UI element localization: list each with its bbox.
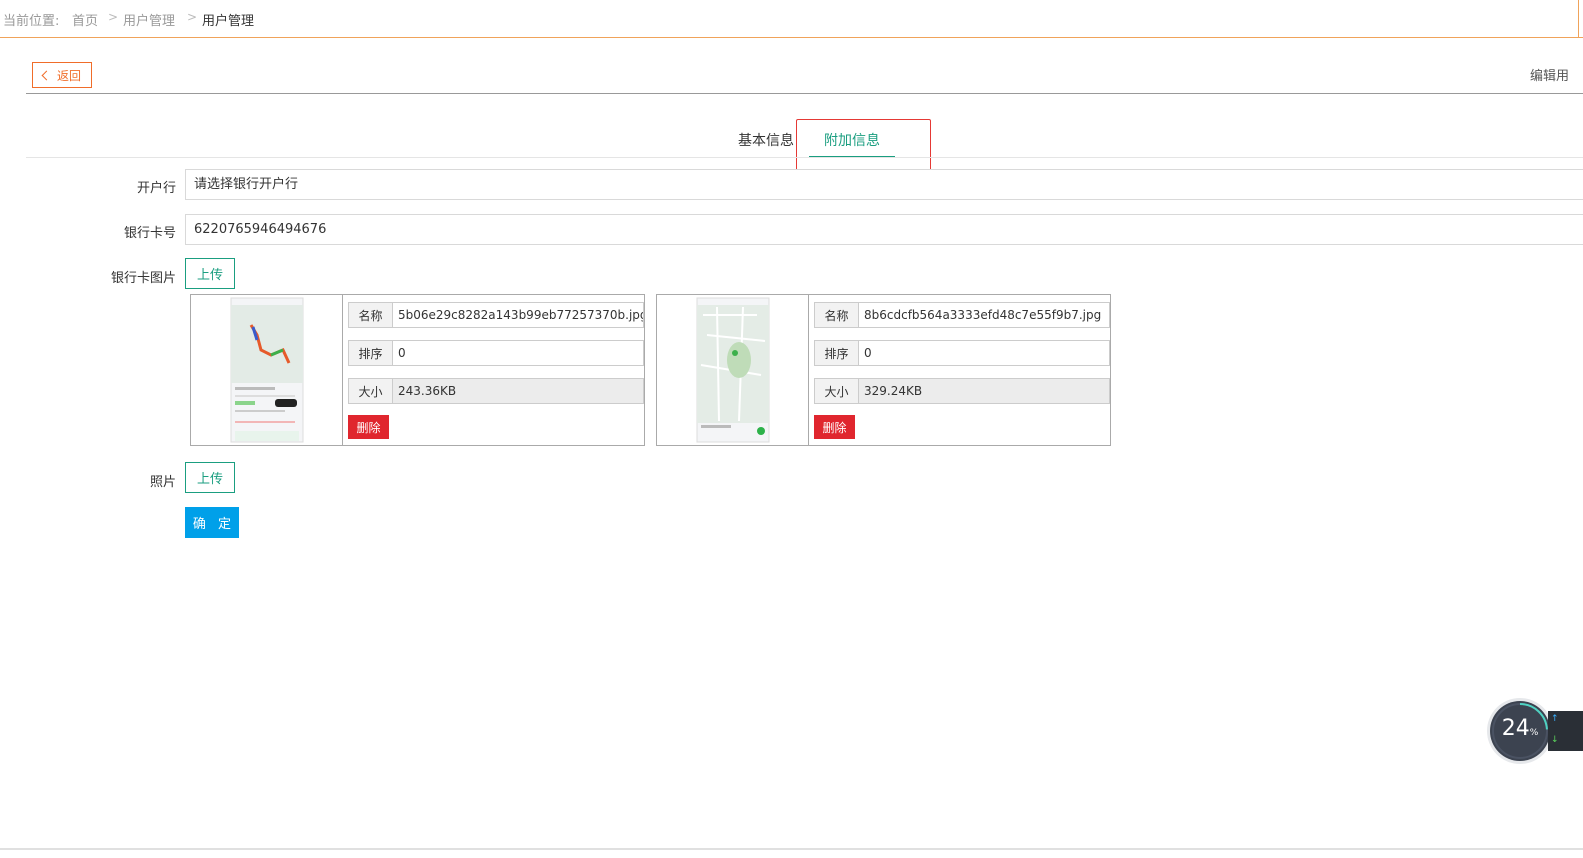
file-size-value: 243.36KB xyxy=(393,378,644,404)
file-size-row: 大小 329.24KB xyxy=(814,378,1110,404)
file-name-key: 名称 xyxy=(348,302,393,328)
breadcrumb-home[interactable]: 首页 xyxy=(72,10,98,29)
image-thumbnail[interactable] xyxy=(191,295,343,445)
chevron-left-icon xyxy=(41,70,52,80)
bank-select[interactable]: 请选择银行开户行 xyxy=(185,169,1583,200)
file-size-key: 大小 xyxy=(348,378,393,404)
breadcrumb-user-manage[interactable]: 用户管理 xyxy=(123,10,175,29)
file-name-input[interactable]: 5b06e29c8282a143b99eb77257370b.jpg xyxy=(393,302,644,328)
confirm-button[interactable]: 确 定 xyxy=(185,507,239,538)
progress-value: 24% xyxy=(1501,716,1539,741)
card-number-label: 银行卡号 xyxy=(123,226,176,241)
file-name-row: 名称 8b6cdcfb564a3333efd48c7e55f9b7.jpg xyxy=(814,302,1110,328)
map-screenshot-thumbnail xyxy=(230,297,304,443)
breadcrumb-bar: 当前位置: 首页 > 用户管理 > 用户管理 xyxy=(0,0,1583,38)
file-name-input[interactable]: 8b6cdcfb564a3333efd48c7e55f9b7.jpg xyxy=(859,302,1110,328)
file-card: 名称 8b6cdcfb564a3333efd48c7e55f9b7.jpg 排序… xyxy=(656,294,1111,446)
card-number-input[interactable]: 6220765946494676 xyxy=(185,214,1583,245)
file-sort-row: 排序 0 xyxy=(814,340,1110,366)
file-size-row: 大小 243.36KB xyxy=(348,378,644,404)
file-name-row: 名称 5b06e29c8282a143b99eb77257370b.jpg xyxy=(348,302,644,328)
file-sort-key: 排序 xyxy=(814,340,859,366)
delete-button[interactable]: 删除 xyxy=(814,415,855,439)
divider xyxy=(0,848,1583,850)
upload-arrow-icon: ↑ xyxy=(1551,714,1559,724)
bank-label: 开户行 xyxy=(136,181,176,196)
photo-upload-button[interactable]: 上传 xyxy=(185,462,235,493)
card-image-upload-button[interactable]: 上传 xyxy=(185,258,235,289)
page-title: 编辑用 xyxy=(1530,69,1570,84)
card-image-label: 银行卡图片 xyxy=(110,271,176,286)
photo-label: 照片 xyxy=(149,475,176,490)
image-thumbnail[interactable] xyxy=(657,295,809,445)
file-size-key: 大小 xyxy=(814,378,859,404)
delete-button[interactable]: 删除 xyxy=(348,415,389,439)
file-sort-input[interactable]: 0 xyxy=(859,340,1110,366)
divider xyxy=(26,157,1583,158)
chevron-right-icon: > xyxy=(108,10,119,24)
chevron-right-icon: > xyxy=(187,10,198,24)
network-speed-panel: ↑ ↓ xyxy=(1548,711,1583,751)
file-sort-input[interactable]: 0 xyxy=(393,340,644,366)
breadcrumb-current: 用户管理 xyxy=(202,14,255,29)
back-button-label: 返回 xyxy=(56,68,81,83)
file-sort-row: 排序 0 xyxy=(348,340,644,366)
back-button[interactable]: 返回 xyxy=(32,62,92,88)
map-screenshot-thumbnail xyxy=(696,297,770,443)
breadcrumb-prefix: 当前位置: xyxy=(3,14,60,29)
tab-basic-info[interactable]: 基本信息 xyxy=(738,130,794,150)
file-size-value: 329.24KB xyxy=(859,378,1110,404)
divider xyxy=(1578,0,1579,38)
progress-gauge[interactable]: 24% xyxy=(1490,701,1550,761)
file-card: 名称 5b06e29c8282a143b99eb77257370b.jpg 排序… xyxy=(190,294,645,446)
divider xyxy=(26,93,1583,94)
tab-highlight-box xyxy=(796,119,931,175)
file-sort-key: 排序 xyxy=(348,340,393,366)
file-name-key: 名称 xyxy=(814,302,859,328)
download-arrow-icon: ↓ xyxy=(1551,735,1559,745)
